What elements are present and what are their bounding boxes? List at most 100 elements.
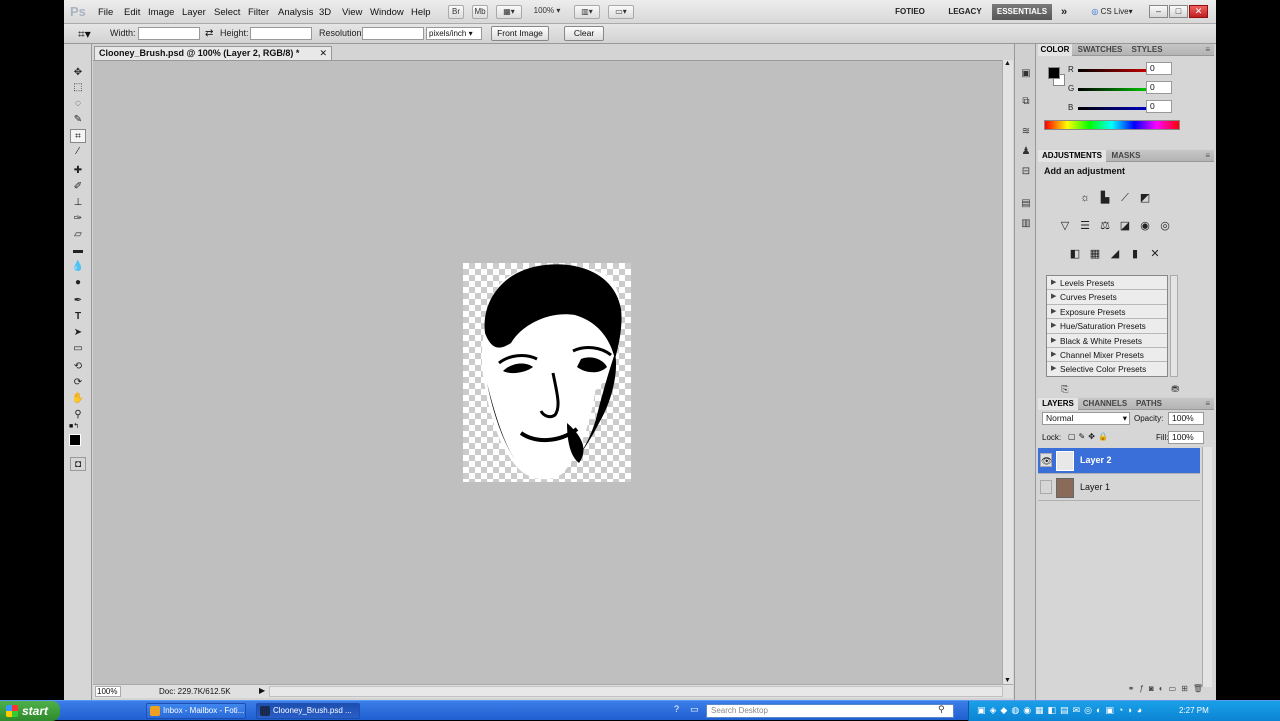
menu-edit[interactable]: Edit bbox=[124, 7, 140, 18]
cs-live-button[interactable]: ◎ CS Live▾ bbox=[1086, 4, 1138, 20]
list-item[interactable]: ▶ Black & White Presets bbox=[1047, 334, 1167, 348]
channel-mixer-icon[interactable]: ◎ bbox=[1158, 220, 1172, 232]
width-input[interactable] bbox=[138, 27, 200, 40]
brush-tool-icon[interactable]: ✐ bbox=[70, 180, 86, 194]
table-row[interactable]: 👁 Layer 2 bbox=[1038, 448, 1200, 474]
brightness-contrast-icon[interactable]: ☼ bbox=[1078, 192, 1092, 204]
actions-icon[interactable]: ⊟ bbox=[1019, 166, 1033, 178]
front-image-button[interactable]: Front Image bbox=[491, 26, 549, 41]
swap-dimensions-icon[interactable]: ⇄ bbox=[205, 28, 213, 39]
list-item[interactable]: ▶ Levels Presets bbox=[1047, 276, 1167, 291]
vibrance-icon[interactable]: ▽ bbox=[1058, 220, 1072, 232]
desktop-search-input[interactable]: Search Desktop bbox=[706, 704, 954, 718]
new-layer-icon[interactable]: ⊞ bbox=[1181, 684, 1193, 693]
zoom-tool-icon[interactable]: ⚲ bbox=[70, 408, 86, 422]
quick-selection-tool-icon[interactable]: ✎ bbox=[70, 113, 86, 127]
menu-analysis[interactable]: Analysis bbox=[278, 7, 313, 18]
document-tab[interactable]: Clooney_Brush.psd @ 100% (Layer 2, RGB/8… bbox=[94, 46, 332, 60]
gradient-tool-icon[interactable]: ▬ bbox=[70, 244, 86, 258]
clone-source-icon[interactable]: ♟ bbox=[1019, 146, 1033, 158]
default-colors-icon[interactable]: ■↰ bbox=[69, 422, 79, 430]
blue-value[interactable]: 0 bbox=[1146, 100, 1172, 113]
red-value[interactable]: 0 bbox=[1146, 62, 1172, 75]
panel-menu-icon[interactable]: ≡ bbox=[1205, 150, 1210, 162]
menu-select[interactable]: Select bbox=[214, 7, 240, 18]
eyedropper-tool-icon[interactable]: ⁄ bbox=[70, 145, 86, 159]
list-item[interactable]: ▶ Channel Mixer Presets bbox=[1047, 348, 1167, 363]
info-icon[interactable]: ▤ bbox=[1019, 198, 1033, 210]
status-menu-icon[interactable]: ▶ bbox=[259, 686, 265, 695]
layer-style-icon[interactable]: ƒ bbox=[1139, 684, 1148, 693]
hue-saturation-icon[interactable]: ☰ bbox=[1078, 220, 1092, 232]
selective-color-icon[interactable]: ✕ bbox=[1148, 248, 1162, 260]
path-selection-tool-icon[interactable]: ➤ bbox=[70, 326, 86, 340]
foreground-color-swatch[interactable] bbox=[1048, 67, 1060, 79]
threshold-icon[interactable]: ◢ bbox=[1108, 248, 1122, 260]
list-item[interactable]: ▶ Exposure Presets bbox=[1047, 305, 1167, 320]
maximize-button[interactable]: □ bbox=[1169, 5, 1188, 18]
tab-paths[interactable]: PATHS bbox=[1132, 398, 1166, 410]
presets-scrollbar[interactable] bbox=[1170, 275, 1178, 377]
scroll-up-icon[interactable]: ▲ bbox=[1004, 60, 1011, 67]
workspace-legacy[interactable]: LEGACY bbox=[944, 4, 986, 20]
crop-tool-icon[interactable]: ⌗ bbox=[70, 129, 86, 143]
taskbar-item-photoshop[interactable]: Clooney_Brush.psd ... bbox=[256, 703, 360, 719]
list-item[interactable]: ▶ Selective Color Presets bbox=[1047, 362, 1167, 376]
workspace-fotieo[interactable]: FOTIEO bbox=[890, 4, 930, 20]
layers-scrollbar[interactable] bbox=[1202, 447, 1212, 687]
history-icon[interactable]: ⧉ bbox=[1019, 96, 1033, 108]
quick-mask-icon[interactable]: ◘ bbox=[70, 457, 86, 471]
arrange-documents-button[interactable]: ▥▾ bbox=[574, 5, 600, 19]
curves-icon[interactable]: ⟋ bbox=[1118, 192, 1132, 204]
taskbar-item-mail[interactable]: Inbox - Mailbox - Foti... bbox=[146, 703, 246, 719]
document-canvas[interactable] bbox=[463, 263, 631, 482]
workspace-essentials[interactable]: ESSENTIALS bbox=[992, 4, 1052, 20]
levels-icon[interactable]: ▙ bbox=[1098, 192, 1112, 204]
menu-view[interactable]: View bbox=[342, 7, 362, 18]
eraser-tool-icon[interactable]: ▱ bbox=[70, 228, 86, 242]
posterize-icon[interactable]: ▦ bbox=[1088, 248, 1102, 260]
menu-filter[interactable]: Filter bbox=[248, 7, 269, 18]
clear-button[interactable]: Clear bbox=[564, 26, 604, 41]
blend-mode-select[interactable]: Normal ▾ bbox=[1042, 412, 1130, 425]
adjustment-layer-icon[interactable]: ◐ bbox=[1159, 684, 1169, 693]
fill-input[interactable]: 100% bbox=[1168, 431, 1204, 444]
eye-icon[interactable]: 👁 bbox=[1040, 453, 1052, 467]
menu-help[interactable]: Help bbox=[411, 7, 431, 18]
dodge-tool-icon[interactable]: ● bbox=[70, 276, 86, 290]
table-row[interactable]: Layer 1 bbox=[1038, 475, 1200, 501]
vertical-scrollbar[interactable]: ▲ ▼ bbox=[1002, 60, 1013, 684]
clone-stamp-tool-icon[interactable]: ⊥ bbox=[70, 196, 86, 210]
add-mask-icon[interactable]: ◙ bbox=[1149, 684, 1159, 693]
close-document-icon[interactable]: ✕ bbox=[319, 47, 327, 60]
photo-filter-icon[interactable]: ◉ bbox=[1138, 220, 1152, 232]
help-icon[interactable]: ? bbox=[674, 704, 679, 714]
color-spectrum-ramp[interactable] bbox=[1044, 120, 1180, 130]
black-white-icon[interactable]: ◪ bbox=[1118, 220, 1132, 232]
panel-menu-icon[interactable]: ≡ bbox=[1205, 44, 1210, 56]
green-value[interactable]: 0 bbox=[1146, 81, 1172, 94]
color-balance-icon[interactable]: ⚖ bbox=[1098, 220, 1112, 232]
brush-presets-icon[interactable]: ≋ bbox=[1019, 126, 1033, 138]
link-layers-icon[interactable]: ⚭ bbox=[1128, 684, 1140, 693]
healing-brush-tool-icon[interactable]: ✚ bbox=[70, 164, 86, 178]
menu-3d[interactable]: 3D bbox=[319, 7, 331, 18]
tab-swatches[interactable]: SWATCHES bbox=[1074, 44, 1126, 56]
screen-mode-button[interactable]: ▭▾ bbox=[608, 5, 634, 19]
move-tool-icon[interactable]: ✥ bbox=[70, 66, 86, 80]
tab-masks[interactable]: MASKS bbox=[1108, 150, 1144, 162]
close-button[interactable]: ✕ bbox=[1189, 5, 1208, 18]
opacity-input[interactable]: 100% bbox=[1168, 412, 1204, 425]
shape-tool-icon[interactable]: ▭ bbox=[70, 342, 86, 356]
keyboard-icon[interactable]: ▭ bbox=[690, 704, 699, 715]
3d-orbit-tool-icon[interactable]: ⟳ bbox=[70, 376, 86, 390]
search-icon[interactable]: ⚲ bbox=[938, 704, 945, 715]
launch-mini-bridge-button[interactable]: Mb bbox=[472, 5, 488, 19]
new-group-icon[interactable]: ▭ bbox=[1169, 684, 1182, 693]
panel-menu-icon[interactable]: ≡ bbox=[1205, 398, 1210, 410]
history-brush-tool-icon[interactable]: ✑ bbox=[70, 212, 86, 226]
list-item[interactable]: ▶ Curves Presets bbox=[1047, 290, 1167, 305]
menu-layer[interactable]: Layer bbox=[182, 7, 206, 18]
zoom-level-dropdown[interactable]: 100% ▾ bbox=[528, 5, 566, 19]
zoom-field[interactable]: 100% bbox=[95, 686, 121, 697]
